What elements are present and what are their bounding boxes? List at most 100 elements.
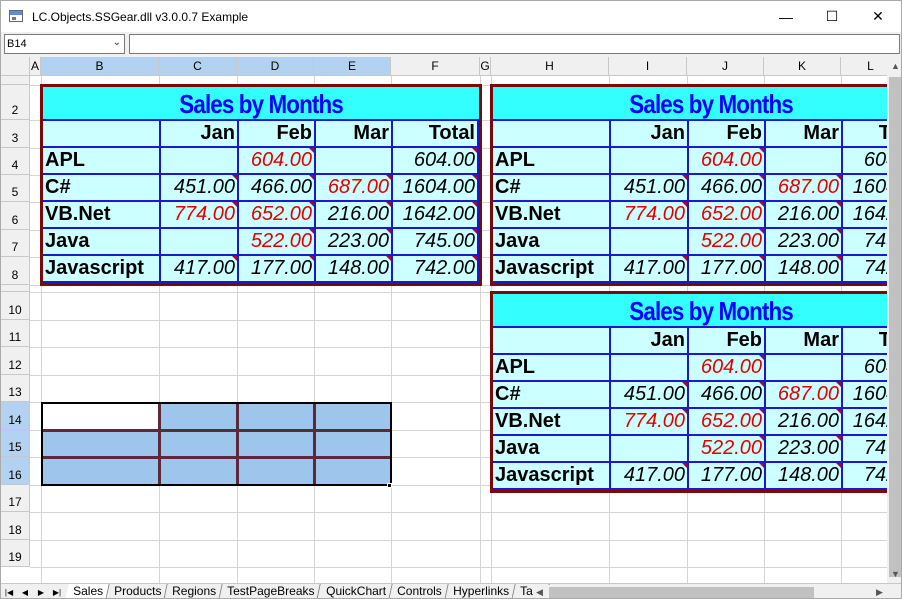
- table-value-cell[interactable]: 604.00: [843, 148, 887, 175]
- column-header-e[interactable]: E: [314, 57, 391, 76]
- table-value-cell[interactable]: 652.00: [689, 409, 766, 436]
- table-value-cell[interactable]: 216.00: [766, 202, 843, 229]
- sheet-tab-testpagebreaks[interactable]: TestPageBreaks: [219, 584, 322, 598]
- name-box[interactable]: B14 ⌄: [4, 34, 125, 54]
- table-value-cell[interactable]: 604.00: [239, 148, 316, 175]
- row-header-10[interactable]: 10: [1, 292, 30, 320]
- sheet-tab-regions[interactable]: Regions: [164, 584, 224, 598]
- row-header-16[interactable]: 16: [1, 457, 30, 485]
- table-value-cell[interactable]: 417.00: [611, 256, 689, 283]
- table-value-cell[interactable]: 774.00: [611, 409, 689, 436]
- sheet-tab-hyperlinks[interactable]: Hyperlinks: [444, 584, 516, 598]
- table-value-cell[interactable]: 223.00: [766, 436, 843, 463]
- table-value-cell[interactable]: 522.00: [239, 229, 316, 256]
- table-value-cell[interactable]: [161, 229, 239, 256]
- row-header-14[interactable]: 14: [1, 402, 30, 430]
- table-value-cell[interactable]: 216.00: [316, 202, 393, 229]
- row-header-1[interactable]: 1: [1, 76, 30, 85]
- row-header-2[interactable]: 2: [1, 85, 30, 120]
- maximize-button[interactable]: ☐: [809, 1, 855, 32]
- scroll-down-icon[interactable]: ▼: [891, 569, 900, 579]
- table-value-cell[interactable]: 223.00: [766, 229, 843, 256]
- table-value-cell[interactable]: 745.00: [843, 436, 887, 463]
- table-value-cell[interactable]: 177.00: [689, 256, 766, 283]
- fill-handle[interactable]: [387, 483, 392, 488]
- row-header-11[interactable]: 11: [1, 320, 30, 347]
- table-value-cell[interactable]: 652.00: [239, 202, 316, 229]
- table-value-cell[interactable]: 216.00: [766, 409, 843, 436]
- table-value-cell[interactable]: [611, 436, 689, 463]
- column-header-j[interactable]: J: [687, 57, 764, 76]
- column-header-f[interactable]: F: [391, 57, 480, 76]
- column-header-a[interactable]: A: [30, 57, 41, 76]
- table-value-cell[interactable]: 451.00: [611, 175, 689, 202]
- column-header-h[interactable]: H: [491, 57, 609, 76]
- table-value-cell[interactable]: [316, 148, 393, 175]
- row-header-18[interactable]: 18: [1, 512, 30, 540]
- table-value-cell[interactable]: 604.00: [843, 355, 887, 382]
- scroll-up-icon[interactable]: ▲: [891, 61, 900, 71]
- table-value-cell[interactable]: 417.00: [161, 256, 239, 283]
- table-value-cell[interactable]: 604.00: [689, 148, 766, 175]
- row-header-5[interactable]: 5: [1, 175, 30, 202]
- table-value-cell[interactable]: 745.00: [843, 229, 887, 256]
- table-value-cell[interactable]: 451.00: [611, 382, 689, 409]
- table-value-cell[interactable]: 177.00: [689, 463, 766, 490]
- horizontal-scrollbar[interactable]: ◀ ▶: [533, 585, 887, 598]
- column-header-d[interactable]: D: [237, 57, 314, 76]
- last-sheet-icon[interactable]: ▶|: [51, 584, 63, 598]
- row-header-8[interactable]: 8: [1, 257, 30, 285]
- formula-input[interactable]: [129, 34, 900, 54]
- table-value-cell[interactable]: 466.00: [689, 382, 766, 409]
- table-value-cell[interactable]: 1642.00: [843, 409, 887, 436]
- scroll-left-icon[interactable]: ◀: [536, 587, 543, 598]
- row-header-12[interactable]: 12: [1, 347, 30, 375]
- close-button[interactable]: ✕: [855, 1, 901, 32]
- row-header-6[interactable]: 6: [1, 202, 30, 230]
- table-value-cell[interactable]: [611, 355, 689, 382]
- table-value-cell[interactable]: 148.00: [766, 256, 843, 283]
- table-value-cell[interactable]: [161, 148, 239, 175]
- row-header-4[interactable]: 4: [1, 148, 30, 175]
- table-value-cell[interactable]: [611, 148, 689, 175]
- first-sheet-icon[interactable]: |◀: [3, 584, 15, 598]
- sheet-tab-sales[interactable]: Sales: [65, 584, 110, 598]
- table-value-cell[interactable]: 742.00: [393, 256, 479, 283]
- table-value-cell[interactable]: 604.00: [689, 355, 766, 382]
- table-value-cell[interactable]: 687.00: [316, 175, 393, 202]
- row-header-13[interactable]: 13: [1, 375, 30, 402]
- horizontal-scroll-thumb[interactable]: [549, 587, 814, 598]
- row-header-7[interactable]: 7: [1, 230, 30, 257]
- table-value-cell[interactable]: 1604.00: [843, 382, 887, 409]
- table-value-cell[interactable]: [766, 355, 843, 382]
- column-header-i[interactable]: I: [609, 57, 687, 76]
- table-value-cell[interactable]: 417.00: [611, 463, 689, 490]
- column-header-l[interactable]: L: [841, 57, 887, 76]
- table-value-cell[interactable]: 742.00: [843, 256, 887, 283]
- row-header-19[interactable]: 19: [1, 540, 30, 567]
- prev-sheet-icon[interactable]: ◀: [19, 584, 31, 598]
- table-value-cell[interactable]: 148.00: [766, 463, 843, 490]
- table-value-cell[interactable]: 466.00: [689, 175, 766, 202]
- chevron-down-icon[interactable]: ⌄: [113, 37, 121, 48]
- column-header-b[interactable]: B: [41, 57, 159, 76]
- scroll-right-icon[interactable]: ▶: [876, 587, 883, 598]
- table-value-cell[interactable]: 1642.00: [843, 202, 887, 229]
- table-value-cell[interactable]: 745.00: [393, 229, 479, 256]
- row-header-15[interactable]: 15: [1, 430, 30, 457]
- table-value-cell[interactable]: 687.00: [766, 175, 843, 202]
- table-value-cell[interactable]: 522.00: [689, 229, 766, 256]
- sheet-tab-controls[interactable]: Controls: [389, 584, 449, 598]
- table-value-cell[interactable]: 451.00: [161, 175, 239, 202]
- table-value-cell[interactable]: 1604.00: [843, 175, 887, 202]
- select-all-corner[interactable]: [1, 57, 30, 76]
- table-value-cell[interactable]: 466.00: [239, 175, 316, 202]
- table-value-cell[interactable]: 774.00: [161, 202, 239, 229]
- vertical-scrollbar[interactable]: ▲ ▼: [887, 57, 901, 583]
- table-value-cell[interactable]: 604.00: [393, 148, 479, 175]
- column-header-k[interactable]: K: [764, 57, 841, 76]
- table-value-cell[interactable]: 1604.00: [393, 175, 479, 202]
- row-header-17[interactable]: 17: [1, 485, 30, 512]
- table-value-cell[interactable]: [611, 229, 689, 256]
- row-header-9[interactable]: 9: [1, 285, 30, 292]
